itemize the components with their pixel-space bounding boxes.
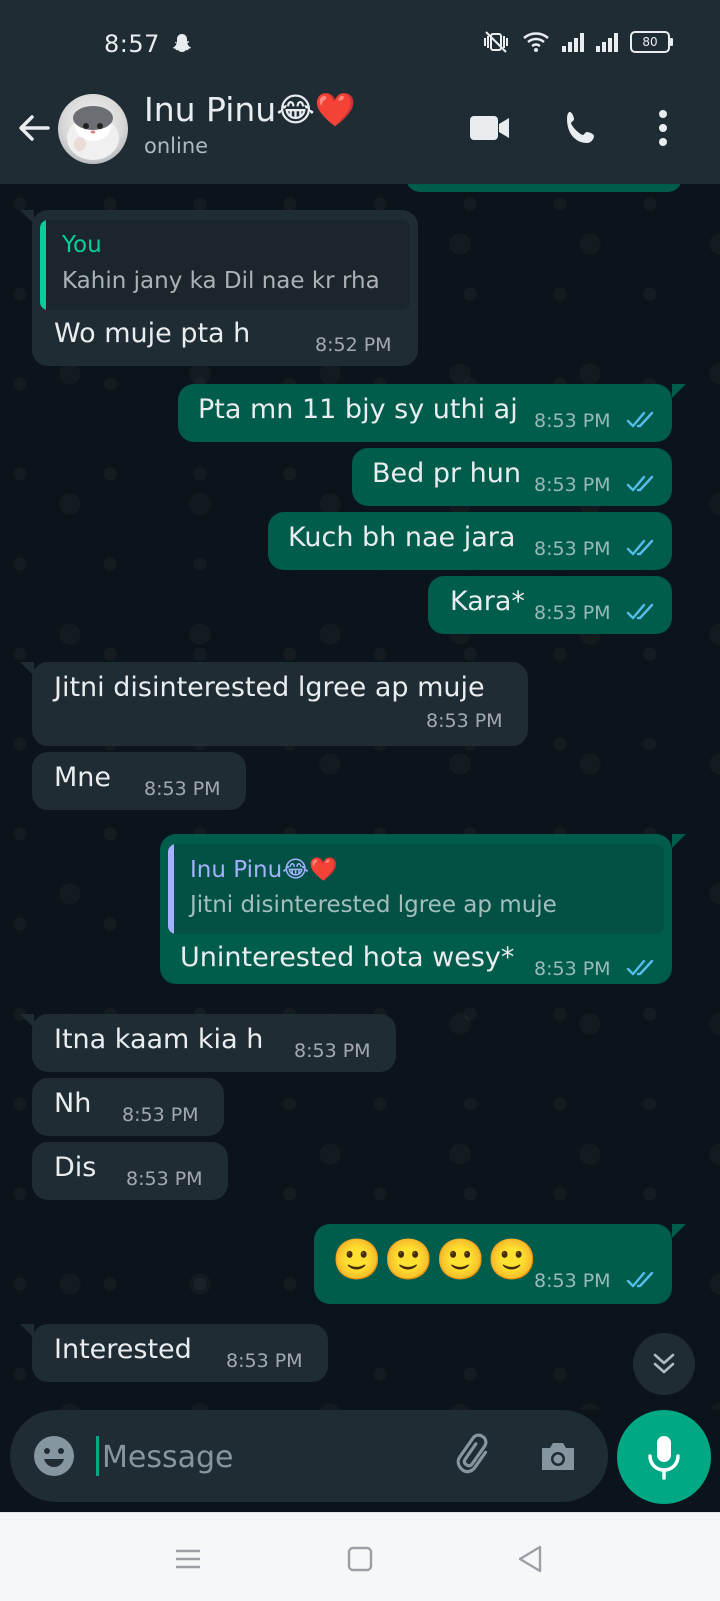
message-bubble-incoming[interactable]: Jitni disinterested lgree ap muje 8:53 P… xyxy=(32,662,528,746)
snapchat-icon xyxy=(173,34,191,52)
mute-vibrate-icon xyxy=(484,31,508,53)
contact-status: online xyxy=(144,134,209,158)
double-chevron-down-icon xyxy=(653,1353,675,1374)
message-time: 8:53 PM xyxy=(122,1104,199,1126)
quote-bar xyxy=(168,844,174,934)
voice-message-button[interactable] xyxy=(617,1410,711,1504)
message-input[interactable] xyxy=(100,1430,434,1484)
bubble-tail xyxy=(20,1324,34,1338)
message-time: 8:53 PM xyxy=(534,1270,611,1292)
quote-text: Jitni disinterested lgree ap muje xyxy=(190,892,557,918)
message-text: Kuch bh nae jara xyxy=(288,522,516,553)
message-text: Jitni disinterested lgree ap muje xyxy=(54,672,485,703)
contact-avatar[interactable] xyxy=(58,94,128,164)
attach-icon[interactable] xyxy=(452,1432,500,1480)
bubble-tail xyxy=(672,1224,686,1238)
message-time: 8:53 PM xyxy=(534,538,611,560)
message-time: 8:53 PM xyxy=(534,410,611,432)
message-text: Dis xyxy=(54,1152,97,1183)
message-bubble-incoming[interactable]: Interested 8:53 PM xyxy=(32,1324,328,1382)
read-receipt-icon xyxy=(626,411,654,428)
message-time: 8:53 PM xyxy=(294,1040,371,1062)
message-bubble-incoming[interactable]: You Kahin jany ka Dil nae kr rha Wo muje… xyxy=(32,210,418,366)
signal-2-icon xyxy=(596,32,618,52)
message-bubble-incoming[interactable]: Mne 8:53 PM xyxy=(32,752,246,810)
microphone-icon xyxy=(648,1436,680,1480)
message-bubble-incoming[interactable]: Itna kaam kia h 8:53 PM xyxy=(32,1014,396,1072)
system-navigation-bar xyxy=(0,1512,720,1601)
message-text: Mne xyxy=(54,762,112,793)
message-emoji: 🙂🙂🙂🙂 xyxy=(332,1237,540,1283)
message-text: Wo muje pta h xyxy=(54,318,251,349)
message-time: 8:53 PM xyxy=(534,474,611,496)
read-receipt-icon xyxy=(626,603,654,620)
contact-name[interactable]: Inu Pinu😂❤️ xyxy=(144,90,356,130)
message-text: Bed pr hun xyxy=(372,458,522,489)
signal-1-icon xyxy=(562,32,584,52)
read-receipt-icon xyxy=(626,475,654,492)
read-receipt-icon xyxy=(626,959,654,976)
scroll-to-bottom-button[interactable] xyxy=(633,1333,695,1395)
message-time: 8:53 PM xyxy=(534,958,611,980)
message-bubble-outgoing[interactable]: Inu Pinu😂❤️ Jitni disinterested lgree ap… xyxy=(160,834,672,984)
message-time: 8:53 PM xyxy=(126,1168,203,1190)
message-composer xyxy=(10,1410,608,1502)
message-bubble-incoming[interactable]: Dis 8:53 PM xyxy=(32,1142,228,1200)
message-bubble-outgoing[interactable]: 🙂🙂🙂🙂 8:53 PM xyxy=(314,1224,672,1304)
quoted-message[interactable]: You Kahin jany ka Dil nae kr rha xyxy=(40,220,410,310)
bubble-tail xyxy=(672,384,686,398)
message-bubble-incoming[interactable]: Nh 8:53 PM xyxy=(32,1078,224,1136)
message-text: Interested xyxy=(54,1334,192,1365)
message-time: 8:53 PM xyxy=(144,778,221,800)
previous-message-edge xyxy=(406,184,682,192)
chat-area[interactable]: You Kahin jany ka Dil nae kr rha Wo muje… xyxy=(0,184,720,1410)
message-time: 8:53 PM xyxy=(226,1350,303,1372)
bubble-tail xyxy=(20,662,34,676)
camera-icon[interactable] xyxy=(536,1434,580,1478)
message-bubble-outgoing[interactable]: Bed pr hun 8:53 PM xyxy=(352,448,672,506)
read-receipt-icon xyxy=(626,539,654,556)
quote-author: Inu Pinu😂❤️ xyxy=(190,857,338,883)
message-bubble-outgoing[interactable]: Kuch bh nae jara 8:53 PM xyxy=(268,512,672,570)
home-icon[interactable] xyxy=(344,1543,376,1575)
more-options-icon[interactable] xyxy=(641,106,685,150)
message-time: 8:53 PM xyxy=(426,710,503,732)
quote-author: You xyxy=(62,232,102,258)
back-nav-icon[interactable] xyxy=(514,1543,546,1575)
read-receipt-icon xyxy=(626,1271,654,1288)
quoted-message[interactable]: Inu Pinu😂❤️ Jitni disinterested lgree ap… xyxy=(168,844,664,934)
message-text: Uninterested hota wesy* xyxy=(180,942,515,973)
bubble-tail xyxy=(20,210,34,224)
voice-call-icon[interactable] xyxy=(560,106,604,150)
battery-icon: 80 xyxy=(630,31,673,53)
wifi-icon xyxy=(523,32,549,52)
kitten-image xyxy=(67,106,119,160)
message-text: Pta mn 11 bjy sy uthi aj xyxy=(198,394,518,425)
message-text: Nh xyxy=(54,1088,92,1119)
emoji-icon[interactable] xyxy=(32,1434,76,1478)
bubble-tail xyxy=(20,1014,34,1028)
bubble-tail xyxy=(672,834,686,848)
message-time: 8:52 PM xyxy=(315,334,392,356)
message-text: Itna kaam kia h xyxy=(54,1024,264,1055)
top-bar: 8:57 80 Inu Pinu😂❤️ online xyxy=(0,0,720,184)
quote-text: Kahin jany ka Dil nae kr rha xyxy=(62,268,380,294)
video-call-icon[interactable] xyxy=(468,106,512,150)
text-cursor xyxy=(96,1436,99,1476)
status-time: 8:57 xyxy=(104,30,160,58)
message-bubble-outgoing[interactable]: Kara* 8:53 PM xyxy=(428,576,672,634)
message-bubble-outgoing[interactable]: Pta mn 11 bjy sy uthi aj 8:53 PM xyxy=(178,384,672,442)
quote-bar xyxy=(40,220,46,310)
back-arrow-icon[interactable] xyxy=(14,108,54,148)
recent-apps-icon[interactable] xyxy=(172,1543,204,1575)
status-indicators: 80 xyxy=(482,30,673,54)
message-time: 8:53 PM xyxy=(534,602,611,624)
message-text: Kara* xyxy=(450,586,525,617)
